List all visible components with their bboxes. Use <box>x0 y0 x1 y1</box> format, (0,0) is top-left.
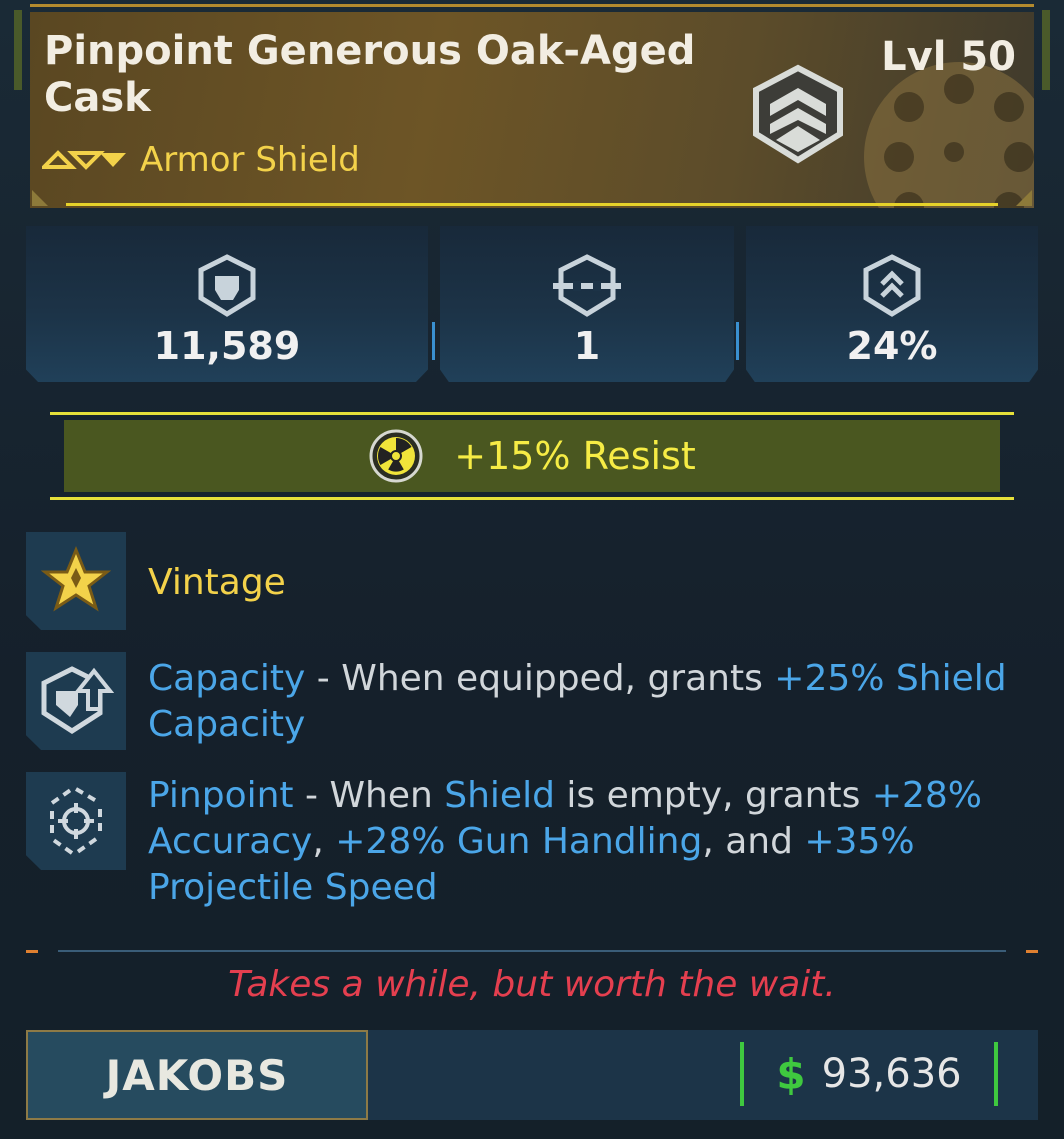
element-frame-top <box>50 412 1014 415</box>
divider <box>58 950 1006 952</box>
pinpoint-desc-3: , <box>312 821 336 862</box>
capacity-perk-desc: When equipped, grants <box>341 658 775 699</box>
capacity-upgrade-icon <box>41 666 114 734</box>
perk-separator: - <box>305 658 342 699</box>
item-header: Pinpoint Generous Oak-Aged Cask Lvl 50 A… <box>30 12 1034 208</box>
pinpoint-desc-4: , and <box>702 821 805 862</box>
recharge-delay-icon <box>553 254 621 317</box>
pinpoint-handling-bonus: +28% Gun Handling <box>335 821 703 862</box>
pinpoint-perk-name: Pinpoint <box>148 775 294 816</box>
stat-capacity: 11,589 <box>26 226 428 382</box>
rarity-chevrons-icon <box>42 150 126 170</box>
stats-panel: 11,589 1 24% <box>26 226 1038 382</box>
item-level: Lvl 50 <box>881 34 1016 80</box>
item-card: Pinpoint Generous Oak-Aged Cask Lvl 50 A… <box>0 0 1064 1139</box>
radiation-icon <box>369 429 423 483</box>
item-type: Armor Shield <box>140 140 360 180</box>
element-frame-bottom <box>50 497 1014 500</box>
vintage-label: Vintage <box>148 562 286 603</box>
currency-icon: $ <box>776 1049 806 1099</box>
item-name: Pinpoint Generous Oak-Aged Cask <box>44 28 696 121</box>
pinpoint-shield-keyword: Shield <box>444 775 555 816</box>
item-footer: JAKOBS $ 93,636 <box>26 1030 1038 1120</box>
manufacturer-name: JAKOBS <box>105 1050 289 1100</box>
capacity-perk-name: Capacity <box>148 658 306 699</box>
vintage-perk-icon-box <box>26 532 126 630</box>
header-corner-left <box>32 190 48 206</box>
pinpoint-perk-text: Pinpoint - When Shield is empty, grants … <box>148 773 1028 911</box>
right-edge-accent <box>1042 10 1050 90</box>
stat-armor-value: 24% <box>846 324 938 368</box>
price-value: 93,636 <box>821 1051 962 1097</box>
pinpoint-desc-1: When <box>329 775 445 816</box>
vintage-star-icon <box>41 546 111 612</box>
header-underline <box>66 203 998 206</box>
stat-delay-value: 1 <box>573 324 601 368</box>
stat-capacity-value: 11,589 <box>153 324 301 368</box>
pinpoint-crosshair-icon <box>50 787 102 855</box>
capacity-perk-text: Capacity - When equipped, grants +25% Sh… <box>148 656 1028 748</box>
manufacturer-badge: JAKOBS <box>26 1030 368 1120</box>
manufacturer-gear-emblem <box>864 62 1034 208</box>
pinpoint-desc-2: is empty, grants <box>554 775 872 816</box>
element-text: +15% Resist <box>454 434 696 478</box>
rarity-row: Armor Shield <box>42 140 360 180</box>
element-bonus: +15% Resist <box>44 408 1020 504</box>
price-box: $ 93,636 <box>740 1042 998 1106</box>
top-accent-line <box>30 4 1034 7</box>
element-bar: +15% Resist <box>64 420 1000 492</box>
divider-dash-right <box>1026 950 1038 953</box>
shield-type-icon <box>753 64 843 164</box>
stat-delay: 1 <box>440 226 734 382</box>
stat-armor: 24% <box>746 226 1038 382</box>
stat-separator <box>432 322 435 360</box>
header-corner-right <box>1016 190 1032 206</box>
capacity-perk-icon-box <box>26 652 126 750</box>
left-edge-accent <box>14 10 22 90</box>
pinpoint-perk-icon-box <box>26 772 126 870</box>
shield-capacity-icon <box>198 254 256 317</box>
perk-separator: - <box>293 775 330 816</box>
stat-separator <box>736 322 739 360</box>
divider-dash-left <box>26 950 38 953</box>
flavor-text: Takes a while, but worth the wait. <box>228 964 836 1005</box>
armor-segment-icon <box>863 254 921 317</box>
